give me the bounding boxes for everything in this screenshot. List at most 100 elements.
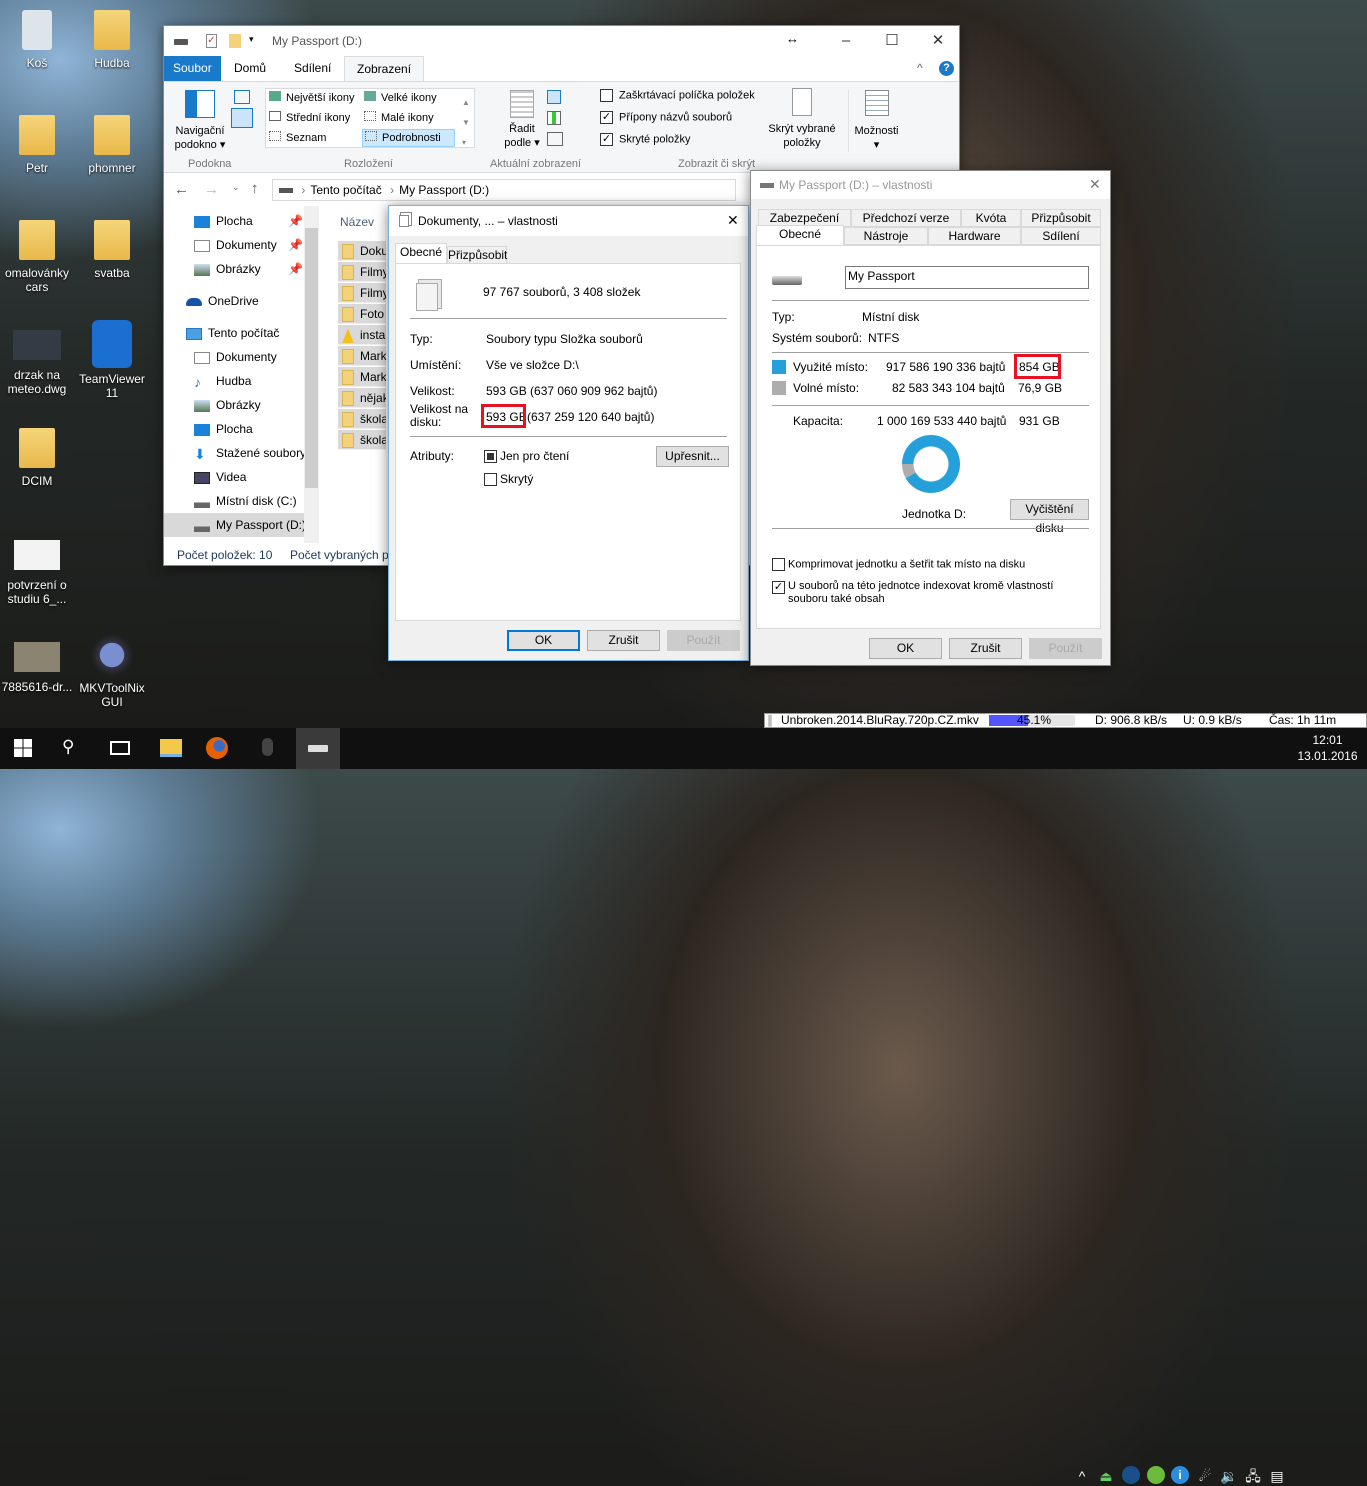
usb-safely-remove-icon[interactable]: ⏏ [1096, 1466, 1116, 1486]
start-button[interactable] [14, 739, 32, 757]
desktop-icon-svatba[interactable]: svatba [76, 220, 148, 280]
file-row[interactable]: Foto [338, 304, 386, 324]
hide-selected-button[interactable]: Skrýt vybrané položky [764, 88, 840, 150]
utorrent-icon[interactable] [1147, 1466, 1167, 1486]
size-columns-icon[interactable] [547, 132, 563, 146]
column-header-name[interactable]: Název [340, 215, 374, 229]
nav-item-plocha[interactable]: Plocha 📌 [164, 209, 304, 233]
tab-nastroje[interactable]: Nástroje [844, 227, 928, 245]
clock[interactable]: 12:01 13.01.2016 [1295, 732, 1360, 764]
tab-zobrazeni[interactable]: Zobrazení [344, 56, 425, 82]
add-columns-icon[interactable] [547, 111, 561, 125]
checkbox-checked[interactable]: ✓ [600, 133, 613, 146]
tab-hardware[interactable]: Hardware [928, 227, 1021, 245]
satellite-icon[interactable]: ☄ [1195, 1466, 1215, 1486]
checkbox-hidden-items[interactable]: ✓ Skryté položky [600, 133, 691, 146]
desktop-icon-recycle-bin[interactable]: Koš [1, 10, 73, 70]
advanced-button[interactable]: Upřesnit... [656, 446, 729, 467]
layout-small-icons[interactable]: Malé ikony [364, 111, 434, 124]
desktop-icon-potvrzeni[interactable]: potvrzení o studiu 6_... [1, 540, 73, 606]
tab-prizpusobit[interactable]: Přizpůsobit [447, 246, 507, 264]
tab-sdileni[interactable]: Sdílení [1021, 227, 1101, 245]
nav-item-local-disk-c[interactable]: Místní disk (C:) [164, 489, 304, 513]
close-button[interactable]: ✕ [915, 26, 961, 56]
drive-name-input[interactable]: My Passport [845, 266, 1089, 289]
info-icon[interactable]: i [1171, 1466, 1191, 1486]
breadcrumb-this-pc[interactable]: Tento počítač [310, 183, 381, 197]
forward-button[interactable]: → [204, 181, 219, 198]
network-icon[interactable]: 🖧 [1243, 1466, 1263, 1486]
file-row[interactable]: Mark [338, 367, 386, 387]
details-pane-icon[interactable] [231, 108, 253, 128]
tab-obecne[interactable]: Obecné [756, 225, 844, 247]
file-row[interactable]: škola [338, 430, 386, 450]
nav-item-this-pc[interactable]: Tento počítač [164, 321, 304, 345]
mouse-taskbar-icon[interactable] [262, 738, 273, 756]
tab-obecne[interactable]: Obecné [395, 243, 447, 264]
layout-extra-large-icons[interactable]: Největší ikony [269, 91, 354, 104]
file-explorer-taskbar-icon[interactable] [160, 739, 182, 757]
customize-quick-access-icon[interactable]: ▾ [249, 34, 254, 45]
action-center-icon[interactable]: ▤ [1267, 1466, 1287, 1486]
search-icon[interactable]: ⚲ [62, 737, 74, 757]
properties-quick-icon[interactable]: ✓ [206, 34, 217, 48]
ok-button[interactable]: OK [507, 630, 580, 651]
layout-details[interactable]: Podrobnosti [362, 129, 455, 147]
nav-item-pc-plocha[interactable]: Plocha [164, 417, 304, 441]
address-bar[interactable]: ›Tento počítač ›My Passport (D:) ⌄ ↻ [272, 179, 838, 201]
cancel-button[interactable]: Zrušit [587, 630, 660, 651]
desktop-icon-petr[interactable]: Petr [1, 115, 73, 175]
file-row[interactable]: Mark [338, 346, 386, 366]
checkbox-file-extensions[interactable]: ✓ Přípony názvů souborů [600, 111, 732, 124]
disk-cleanup-button[interactable]: Vyčištění disku [1010, 499, 1089, 535]
layout-medium-icons[interactable]: Střední ikony [269, 111, 350, 124]
file-row[interactable]: nějak [338, 388, 386, 408]
minimize-button[interactable]: – [823, 26, 869, 56]
compress-checkbox[interactable]: Komprimovat jednotku a šetřit tak místo … [772, 558, 1025, 571]
close-button[interactable]: ✕ [727, 212, 739, 229]
recent-locations-button[interactable]: ⌄ [232, 182, 240, 193]
firefox-taskbar-icon[interactable] [206, 737, 228, 759]
nav-pane-scrollbar[interactable] [304, 206, 319, 543]
desktop-icon-7885616[interactable]: 7885616-dr... [1, 642, 73, 694]
preview-pane-icon[interactable] [234, 90, 250, 104]
file-row[interactable]: Doku [338, 241, 386, 261]
tab-predchozi-verze[interactable]: Předchozí verze [851, 209, 961, 227]
desktop-icon-omalovanky[interactable]: omalovánky cars [1, 220, 73, 294]
steam-icon[interactable] [1122, 1466, 1142, 1486]
nav-item-hudba[interactable]: ♪ Hudba [164, 369, 304, 393]
back-button[interactable]: ← [174, 181, 189, 198]
nav-item-stazene[interactable]: ⬇ Stažené soubory [164, 441, 306, 465]
checkbox-item-checkboxes[interactable]: Zaškrtávací políčka položek [600, 89, 755, 102]
show-hidden-icons[interactable]: ^ [1072, 1466, 1092, 1486]
apply-button[interactable]: Použít [667, 630, 740, 651]
nav-item-dokumenty[interactable]: Dokumenty 📌 [164, 233, 304, 257]
desktop-icon-dcim[interactable]: DCIM [1, 428, 73, 488]
volume-icon[interactable]: 🔉 [1219, 1466, 1239, 1486]
nav-item-my-passport[interactable]: My Passport (D:) [164, 513, 306, 537]
nav-item-pc-obrazky[interactable]: Obrázky [164, 393, 304, 417]
tab-domu[interactable]: Domů [222, 56, 278, 81]
tab-prizpusobit[interactable]: Přizpůsobit [1021, 209, 1101, 227]
index-checkbox[interactable]: ✓ U souborů na této jednotce indexovat kr… [772, 580, 1072, 606]
nav-item-pc-dokumenty[interactable]: Dokumenty [164, 345, 304, 369]
options-button[interactable]: Možnosti ▾ [848, 90, 904, 152]
navigation-pane-button[interactable]: Navigační podokno ▾ [170, 90, 230, 152]
collapse-ribbon-icon[interactable]: ^ [917, 61, 923, 75]
desktop-icon-hudba[interactable]: Hudba [76, 10, 148, 70]
apply-button[interactable]: Použít [1029, 638, 1102, 659]
ok-button[interactable]: OK [869, 638, 942, 659]
file-row[interactable]: insta [338, 325, 386, 345]
tab-sdileni[interactable]: Sdílení [282, 56, 343, 81]
layout-large-icons[interactable]: Velké ikony [364, 91, 437, 104]
nav-item-onedrive[interactable]: OneDrive [164, 289, 304, 313]
tab-soubor[interactable]: Soubor [164, 56, 221, 81]
file-row[interactable]: Filmy [338, 262, 386, 282]
desktop-icon-teamviewer[interactable]: TeamViewer 11 [76, 320, 148, 400]
tab-kvota[interactable]: Kvóta [961, 209, 1021, 227]
desktop-icon-phomner[interactable]: phomner [76, 115, 148, 175]
gallery-scroll[interactable]: ▲ ▼ ▾ [462, 93, 470, 153]
desktop-icon-mkvtoolnix[interactable]: MKVToolNix GUI [76, 635, 148, 709]
grip-icon[interactable]: ∥ [767, 714, 773, 727]
up-button[interactable]: ↑ [251, 180, 259, 197]
